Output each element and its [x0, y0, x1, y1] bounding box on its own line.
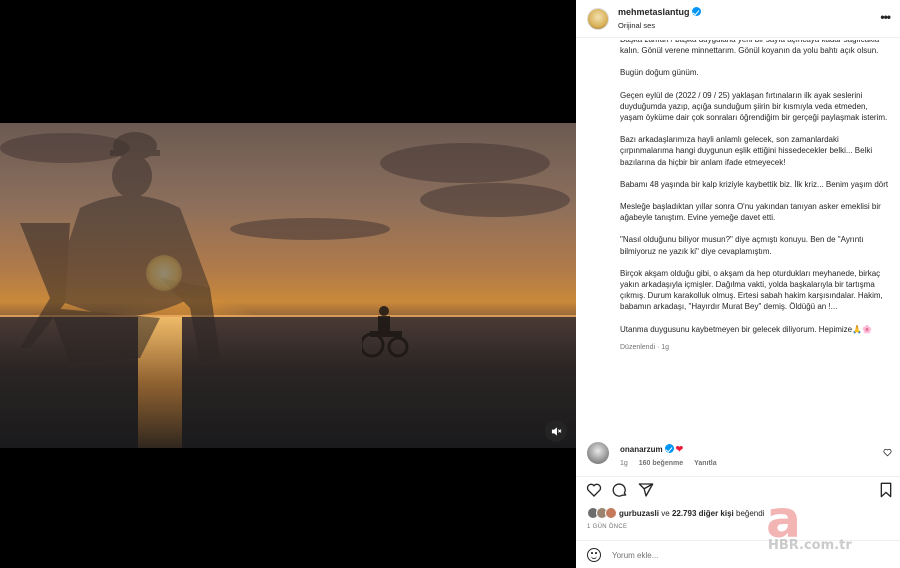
likes-suffix: beğendi — [736, 509, 765, 518]
post-actions — [576, 476, 900, 502]
avatar[interactable] — [587, 442, 609, 464]
share-button[interactable] — [638, 482, 654, 498]
caption-paragraph: Utanma duygusunu kaybetmeyen bir gelecek… — [620, 324, 873, 334]
cloud — [230, 218, 390, 240]
caption-paragraph: Mesleğe başladıktan yıllar sonra O'nu ya… — [620, 202, 881, 223]
edited-label: Düzenlendi — [620, 343, 656, 351]
post-time[interactable]: 1 GÜN ÖNCE — [587, 524, 627, 530]
comment-like-button[interactable] — [883, 448, 892, 459]
comment-input[interactable] — [612, 547, 792, 563]
edited-meta: Düzenlendi · 1g — [620, 343, 670, 351]
avatar[interactable] — [605, 507, 617, 519]
comment-username[interactable]: onanarzum — [620, 445, 663, 454]
comment-author[interactable]: onanarzum ❤ — [620, 444, 683, 455]
comment-meta: 1g 160 beğenme Yanıtla — [620, 460, 726, 467]
comment-item: onanarzum ❤ 1g 160 beğenme Yanıtla — [576, 438, 900, 474]
more-icon[interactable]: ••• — [880, 11, 891, 23]
man-silhouette-overlay — [20, 132, 220, 363]
post-caption: Başka zaman / başka duygularla yeni bir … — [620, 40, 890, 430]
post-side-panel: mehmetaslantug Orijinal ses ••• Başka za… — [576, 0, 900, 568]
emoji-icon[interactable] — [587, 548, 601, 562]
wheelchair-silhouette — [362, 306, 409, 358]
bookmark-icon — [880, 482, 892, 498]
likes-count[interactable]: 22.793 diğer kişi — [672, 509, 734, 518]
cloud — [420, 183, 570, 217]
media-area — [0, 0, 576, 568]
like-button[interactable] — [586, 482, 602, 498]
save-button[interactable] — [878, 482, 894, 498]
add-comment-bar — [576, 540, 900, 568]
caption-paragraph: Başka zaman / başka duygularla yeni bir … — [620, 40, 879, 56]
post-header: mehmetaslantug Orijinal ses ••• — [576, 0, 900, 38]
caption-paragraph: Bazı arkadaşlarımıza hayli anlamlı gelec… — [620, 135, 873, 167]
caption-paragraph: "Nasıl olduğunu biliyor musun?" diye açm… — [620, 235, 864, 256]
heart-icon — [883, 448, 892, 457]
verified-badge-icon — [691, 7, 701, 16]
caption-paragraph: Bugün doğum günüm. — [620, 68, 699, 78]
post-username[interactable]: mehmetaslantug — [618, 7, 701, 17]
caption-paragraph: Babamı 48 yaşında bir kalp kriziyle kayb… — [620, 179, 889, 189]
comment-time[interactable]: 1g — [620, 460, 628, 467]
mute-icon — [551, 426, 561, 436]
likes-connector: ve — [661, 509, 670, 518]
heart-icon — [586, 483, 602, 497]
mute-button[interactable] — [545, 420, 567, 442]
caption-paragraph: Geçen eylül de (2022 / 09 / 25) yaklaşan… — [620, 90, 888, 123]
liker-username[interactable]: gurbuzasli — [619, 509, 659, 518]
comment-button[interactable] — [612, 482, 628, 498]
audio-label[interactable]: Orijinal ses — [618, 21, 655, 30]
caption-paragraph: Birçok akşam olduğu gibi, o akşam da hep… — [620, 268, 883, 312]
reply-button[interactable]: Yanıtla — [694, 460, 717, 467]
comment-likes[interactable]: 160 beğenme — [639, 460, 683, 467]
share-icon — [638, 483, 654, 497]
edited-time[interactable]: 1g — [661, 344, 669, 351]
username-text[interactable]: mehmetaslantug — [618, 7, 690, 17]
likes-summary: gurbuzasli ve 22.793 diğer kişi beğendi — [576, 505, 900, 521]
video-player[interactable] — [0, 123, 576, 448]
avatar[interactable] — [587, 8, 609, 30]
likes-text: gurbuzasli ve 22.793 diğer kişi beğendi — [619, 509, 764, 518]
verified-badge-icon — [664, 444, 674, 453]
comment-icon — [612, 483, 627, 497]
cloud — [380, 143, 550, 183]
comment-text: ❤ — [675, 444, 684, 454]
